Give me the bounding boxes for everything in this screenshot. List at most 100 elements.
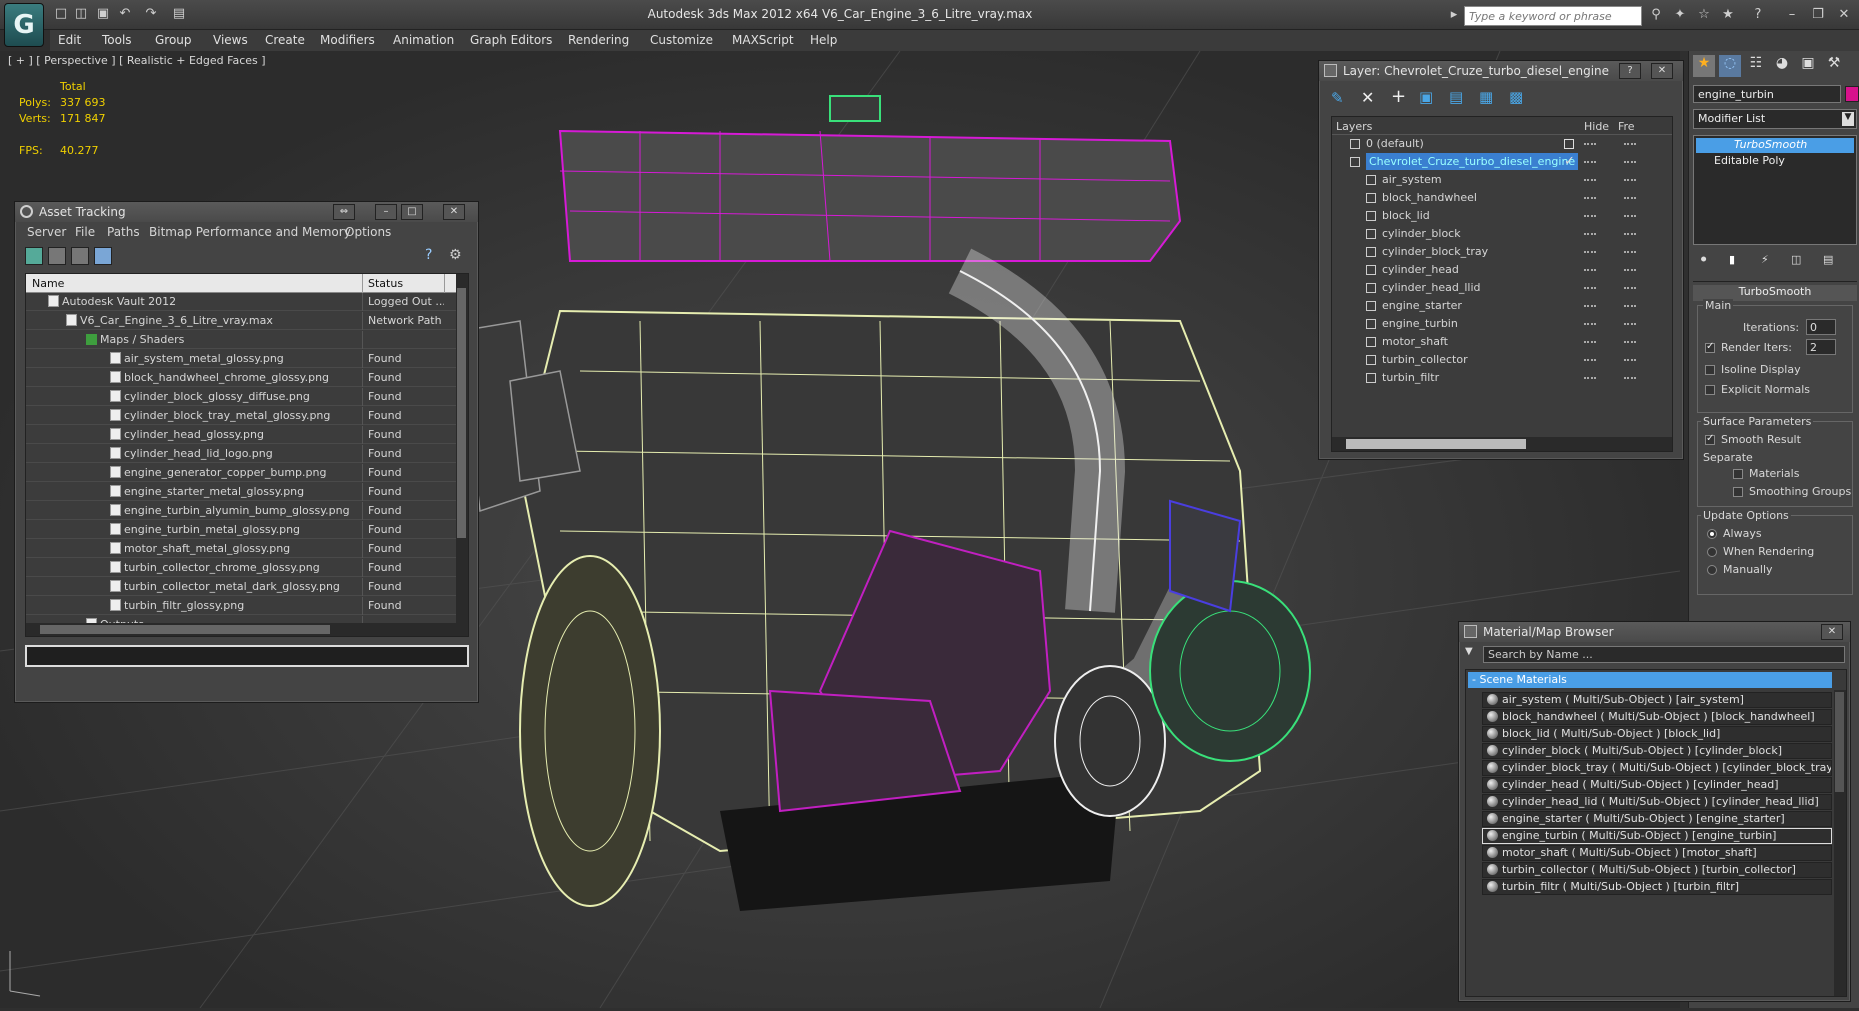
layer-row[interactable]: cylinder_block <box>1332 225 1672 243</box>
hide-toggle[interactable] <box>1584 179 1596 183</box>
freeze-all-icon[interactable]: ▩ <box>1509 88 1523 106</box>
hide-all-icon[interactable]: ▦ <box>1479 88 1493 106</box>
layer-row[interactable]: engine_starter <box>1332 297 1672 315</box>
hide-toggle[interactable] <box>1584 377 1596 381</box>
hierarchy-tab-icon[interactable]: ☷ <box>1745 55 1767 77</box>
binoculars-icon[interactable]: ⚲ <box>1646 6 1666 24</box>
modify-tab-icon[interactable]: ◌ <box>1719 55 1741 77</box>
freeze-toggle[interactable] <box>1624 305 1636 309</box>
layer-row[interactable]: 0 (default) <box>1332 135 1672 153</box>
current-layer-box[interactable] <box>1564 139 1574 149</box>
stack-item-turbosmooth[interactable]: TurboSmooth <box>1696 138 1854 153</box>
column-freeze-header[interactable]: Fre <box>1618 120 1635 133</box>
asset-row[interactable]: engine_turbin_metal_glossy.png Found <box>26 521 456 539</box>
help-settings-icon[interactable]: ⚙ <box>449 247 467 265</box>
asset-row[interactable]: motor_shaft_metal_glossy.png Found <box>26 540 456 558</box>
menu-modifiers[interactable]: Modifiers <box>320 33 375 47</box>
restore-icon[interactable]: □ <box>401 204 423 220</box>
project-folder-icon[interactable]: ▤ <box>170 5 188 23</box>
layer-row[interactable]: engine_turbin <box>1332 315 1672 333</box>
layer-row[interactable]: air_system <box>1332 171 1672 189</box>
asset-row[interactable]: engine_starter_metal_glossy.png Found <box>26 483 456 501</box>
freeze-toggle[interactable] <box>1624 323 1636 327</box>
motion-tab-icon[interactable]: ◕ <box>1771 55 1793 77</box>
asset-row[interactable]: turbin_collector_metal_dark_glossy.png Fo… <box>26 578 456 596</box>
help-icon[interactable]: ? <box>1619 63 1641 79</box>
asset-row[interactable]: engine_turbin_alyumin_bump_glossy.png Fou… <box>26 502 456 520</box>
layer-row[interactable]: motor_shaft <box>1332 333 1672 351</box>
hide-toggle[interactable] <box>1584 323 1596 327</box>
subscription-icon[interactable]: ✦ <box>1670 6 1690 24</box>
menu-group[interactable]: Group <box>155 33 192 47</box>
when-rendering-radio[interactable] <box>1707 547 1717 557</box>
close-icon[interactable]: ✕ <box>443 204 465 220</box>
layer-row[interactable]: block_lid <box>1332 207 1672 225</box>
minimize-icon[interactable]: – <box>1782 6 1802 24</box>
hide-toggle[interactable] <box>1584 143 1596 147</box>
hide-toggle[interactable] <box>1584 359 1596 363</box>
hide-toggle[interactable] <box>1584 233 1596 237</box>
options-dropdown-icon[interactable]: ▼ <box>1465 646 1481 662</box>
menu-create[interactable]: Create <box>265 33 305 47</box>
layer-row[interactable]: Chevrolet_Cruze_turbo_diesel_engine ✓ <box>1332 153 1672 171</box>
material-item[interactable]: motor_shaft ( Multi/Sub-Object ) [motor_… <box>1482 845 1832 861</box>
configure-sets-icon[interactable]: ▤ <box>1823 253 1833 266</box>
layer-row[interactable]: turbin_collector <box>1332 351 1672 369</box>
asset-horizontal-scrollbar[interactable] <box>26 623 456 636</box>
material-scrollbar[interactable] <box>1834 690 1846 996</box>
select-objects-icon[interactable]: ▣ <box>1419 88 1433 106</box>
favorites-icon[interactable]: ★ <box>1718 6 1738 24</box>
open-file-icon[interactable]: ◫ <box>72 5 90 23</box>
keyword-search-input[interactable]: Type a keyword or phrase <box>1464 6 1642 26</box>
asset-row[interactable]: block_handwheel_chrome_glossy.png Found <box>26 369 456 387</box>
utilities-tab-icon[interactable]: ⚒ <box>1823 55 1845 77</box>
column-status-header[interactable]: Status <box>368 277 403 290</box>
menu-tools[interactable]: Tools <box>102 33 132 47</box>
menu-maxscript[interactable]: MAXScript <box>732 33 794 47</box>
freeze-toggle[interactable] <box>1624 179 1636 183</box>
freeze-toggle[interactable] <box>1624 377 1636 381</box>
freeze-toggle[interactable] <box>1624 341 1636 345</box>
minimize-icon[interactable]: – <box>375 204 397 220</box>
material-item[interactable]: turbin_collector ( Multi/Sub-Object ) [t… <box>1482 862 1832 878</box>
freeze-toggle[interactable] <box>1624 161 1636 165</box>
stack-item-editable-poly[interactable]: Editable Poly <box>1696 154 1854 169</box>
isoline-display-checkbox[interactable] <box>1705 365 1715 375</box>
material-item[interactable]: cylinder_block ( Multi/Sub-Object ) [cyl… <box>1482 743 1832 759</box>
asset-menu-bitmap-performance[interactable]: Bitmap Performance and Memory <box>149 225 351 239</box>
asset-row[interactable]: cylinder_block_tray_metal_glossy.png Foun… <box>26 407 456 425</box>
display-tab-icon[interactable]: ▣ <box>1797 55 1819 77</box>
hide-toggle[interactable] <box>1584 161 1596 165</box>
column-layers-header[interactable]: Layers <box>1336 120 1372 133</box>
material-item[interactable]: cylinder_head_lid ( Multi/Sub-Object ) [… <box>1482 794 1832 810</box>
hide-toggle[interactable] <box>1584 269 1596 273</box>
asset-list[interactable]: Name Status Autodesk Vault 2012 Logged Ou… <box>25 273 469 637</box>
asset-menu-server[interactable]: Server <box>27 225 66 239</box>
render-iters-checkbox[interactable]: ✓ <box>1705 341 1715 353</box>
explicit-normals-checkbox[interactable] <box>1705 385 1715 395</box>
restore-icon[interactable]: ❐ <box>1808 6 1828 24</box>
hide-toggle[interactable] <box>1584 305 1596 309</box>
menu-graph-editors[interactable]: Graph Editors <box>470 33 552 47</box>
column-name-header[interactable]: Name <box>32 277 64 290</box>
asset-path-field[interactable] <box>25 645 469 667</box>
material-item[interactable]: engine_turbin ( Multi/Sub-Object ) [engi… <box>1482 828 1832 844</box>
render-iters-spinner[interactable]: 2 <box>1806 339 1836 355</box>
modifier-list-dropdown[interactable]: Modifier List ▼ <box>1693 109 1857 129</box>
freeze-toggle[interactable] <box>1624 197 1636 201</box>
freeze-toggle[interactable] <box>1624 269 1636 273</box>
asset-row[interactable]: air_system_metal_glossy.png Found <box>26 350 456 368</box>
pin-stack-icon[interactable]: ⚫ <box>1699 253 1708 266</box>
material-item[interactable]: turbin_filtr ( Multi/Sub-Object ) [turbi… <box>1482 879 1832 895</box>
object-name-field[interactable]: engine_turbin <box>1693 85 1841 103</box>
menu-help[interactable]: Help <box>810 33 837 47</box>
menu-edit[interactable]: Edit <box>58 33 81 47</box>
smoothing-groups-checkbox[interactable] <box>1733 487 1743 497</box>
material-item[interactable]: block_lid ( Multi/Sub-Object ) [block_li… <box>1482 726 1832 742</box>
asset-row[interactable]: Outputs <box>26 616 456 623</box>
asset-menu-file[interactable]: File <box>75 225 95 239</box>
layer-row[interactable]: cylinder_head <box>1332 261 1672 279</box>
layer-row[interactable]: cylinder_block_tray <box>1332 243 1672 261</box>
material-item[interactable]: air_system ( Multi/Sub-Object ) [air_sys… <box>1482 692 1832 708</box>
save-icon[interactable]: ▣ <box>94 5 112 23</box>
